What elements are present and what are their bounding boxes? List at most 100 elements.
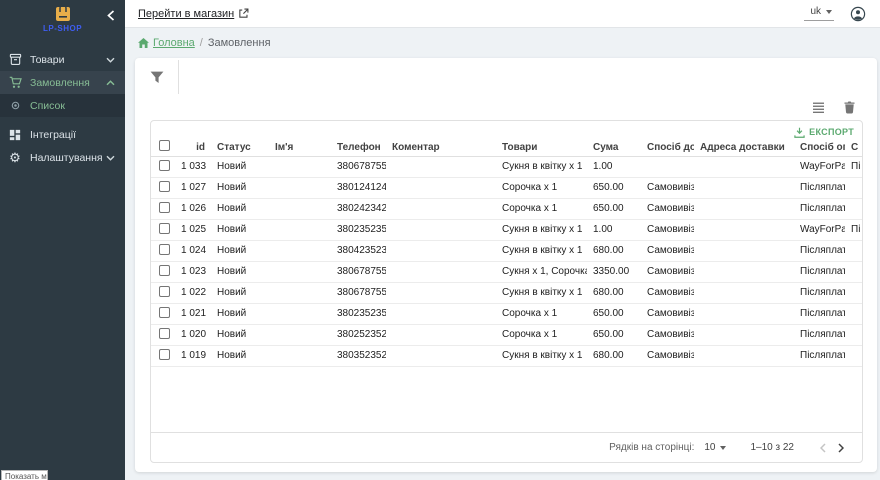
- cell-status: Новий: [211, 303, 269, 324]
- table-row[interactable]: 1 021Новий380235235235Сорочка x 1650.00С…: [151, 303, 862, 324]
- cell-payment_status: [845, 345, 862, 366]
- export-button[interactable]: ЕКСПОРТ: [794, 127, 854, 138]
- cell-status: Новий: [211, 324, 269, 345]
- column-header-payment: Спосіб оп...: [794, 139, 845, 156]
- row-checkbox[interactable]: [159, 328, 170, 339]
- table-row[interactable]: 1 020Новий380252352352Сорочка x 1650.00С…: [151, 324, 862, 345]
- sidebar-item-orders-list[interactable]: Список: [0, 94, 125, 117]
- sidebar-item-integrations[interactable]: Інтеграції: [0, 123, 125, 146]
- delete-button[interactable]: [842, 99, 857, 116]
- sidebar-item-products[interactable]: Товари: [0, 48, 125, 71]
- cell-goods: Сорочка x 1: [496, 303, 587, 324]
- cell-address: [694, 240, 794, 261]
- chevron-right-icon: [838, 443, 844, 453]
- row-checkbox[interactable]: [159, 202, 170, 213]
- cell-id: 1 024: [175, 240, 211, 261]
- cell-sum: 680.00: [587, 282, 641, 303]
- cell-status: Новий: [211, 198, 269, 219]
- cell-payment: Післяплата: [794, 261, 845, 282]
- rows-per-page-select[interactable]: 10: [704, 442, 726, 453]
- table-row[interactable]: 1 027Новий380124124124Сорочка x 1650.00С…: [151, 177, 862, 198]
- dashboard-icon: [8, 129, 22, 141]
- cell-delivery: Самовивіз: [641, 345, 694, 366]
- table-row[interactable]: 1 023Новий380678755722Сукня x 1, Сорочка…: [151, 261, 862, 282]
- account-icon[interactable]: [850, 6, 866, 22]
- table-row[interactable]: 1 024Новий380423523523Сукня в квітку x 1…: [151, 240, 862, 261]
- cell-name: [269, 177, 331, 198]
- column-header-sum: Сума: [587, 139, 641, 156]
- topbar: Перейти в магазин uk: [125, 0, 880, 28]
- cell-payment_status: [845, 303, 862, 324]
- cell-phone: 380423523523: [331, 240, 386, 261]
- table-row[interactable]: 1 022Новий380678755765Сукня в квітку x 1…: [151, 282, 862, 303]
- row-checkbox[interactable]: [159, 160, 170, 171]
- breadcrumb: Головна / Замовлення: [125, 28, 880, 58]
- cell-goods: Сукня в квітку x 1: [496, 240, 587, 261]
- cell-sum: 1.00: [587, 219, 641, 240]
- cell-phone: 380352352353: [331, 345, 386, 366]
- cell-comment: [386, 198, 496, 219]
- cell-payment_status: [845, 324, 862, 345]
- cell-name: [269, 219, 331, 240]
- sidebar-item-orders[interactable]: Замовлення: [0, 71, 125, 94]
- row-checkbox[interactable]: [159, 181, 170, 192]
- cell-id: 1 023: [175, 261, 211, 282]
- cell-payment_status: [845, 240, 862, 261]
- row-checkbox[interactable]: [159, 349, 170, 360]
- shopping-bag-icon: [55, 4, 71, 22]
- cell-name: [269, 240, 331, 261]
- cell-phone: 380242342342: [331, 198, 386, 219]
- table-row[interactable]: 1 026Новий380242342342Сорочка x 1650.00С…: [151, 198, 862, 219]
- cell-phone: 380678755722: [331, 261, 386, 282]
- view-list-button[interactable]: [810, 100, 827, 115]
- cell-goods: Сукня в квітку x 1: [496, 156, 587, 177]
- collapse-sidebar-button[interactable]: [105, 7, 117, 26]
- column-header-comment: Коментар: [386, 139, 496, 156]
- cell-name: [269, 261, 331, 282]
- export-label: ЕКСПОРТ: [809, 127, 854, 137]
- trash-icon: [844, 101, 855, 114]
- cell-delivery: Самовивіз: [641, 198, 694, 219]
- cell-address: [694, 177, 794, 198]
- cell-id: 1 025: [175, 219, 211, 240]
- cell-payment_status: [845, 282, 862, 303]
- filter-button[interactable]: [148, 69, 166, 86]
- next-page-button[interactable]: [832, 441, 850, 455]
- cell-payment: WayForPay: [794, 156, 845, 177]
- cell-payment: WayForPay: [794, 219, 845, 240]
- breadcrumb-home-link[interactable]: Головна: [138, 37, 195, 49]
- cell-name: [269, 156, 331, 177]
- column-header-payment-status: С: [845, 139, 862, 156]
- cell-name: [269, 324, 331, 345]
- cell-id: 1 027: [175, 177, 211, 198]
- go-to-store-label: Перейти в магазин: [138, 8, 234, 20]
- row-checkbox[interactable]: [159, 307, 170, 318]
- app-window: LP-SHOP Товари: [0, 0, 880, 480]
- row-checkbox[interactable]: [159, 244, 170, 255]
- table-empty-space: [151, 367, 862, 433]
- table-row[interactable]: 1 025Новий380235235235Сукня в квітку x 1…: [151, 219, 862, 240]
- select-all-checkbox[interactable]: [159, 140, 170, 151]
- cart-icon: [8, 76, 22, 89]
- topbar-right: uk: [804, 6, 866, 22]
- cell-payment: Післяплата: [794, 303, 845, 324]
- row-checkbox[interactable]: [159, 265, 170, 276]
- cell-payment: Післяплата: [794, 282, 845, 303]
- row-checkbox-cell: [151, 240, 175, 261]
- row-checkbox[interactable]: [159, 286, 170, 297]
- table-row[interactable]: 1 033Новий380678755765Сукня в квітку x 1…: [151, 156, 862, 177]
- column-header-name: Ім'я: [269, 139, 331, 156]
- language-select[interactable]: uk: [804, 6, 834, 21]
- previous-page-button[interactable]: [814, 441, 832, 455]
- cell-name: [269, 282, 331, 303]
- table-row[interactable]: 1 019Новий380352352353Сукня в квітку x 1…: [151, 345, 862, 366]
- chevron-left-icon: [107, 10, 115, 21]
- rows-per-page-label: Рядків на сторінці:: [609, 442, 694, 453]
- filter-icon: [150, 71, 164, 84]
- column-header-phone: Телефон: [331, 139, 386, 156]
- cell-delivery: [641, 156, 694, 177]
- sidebar-item-settings[interactable]: ⚙ Налаштування: [0, 146, 125, 169]
- go-to-store-link[interactable]: Перейти в магазин: [138, 8, 249, 20]
- row-checkbox[interactable]: [159, 223, 170, 234]
- main-area: Перейти в магазин uk: [125, 0, 880, 480]
